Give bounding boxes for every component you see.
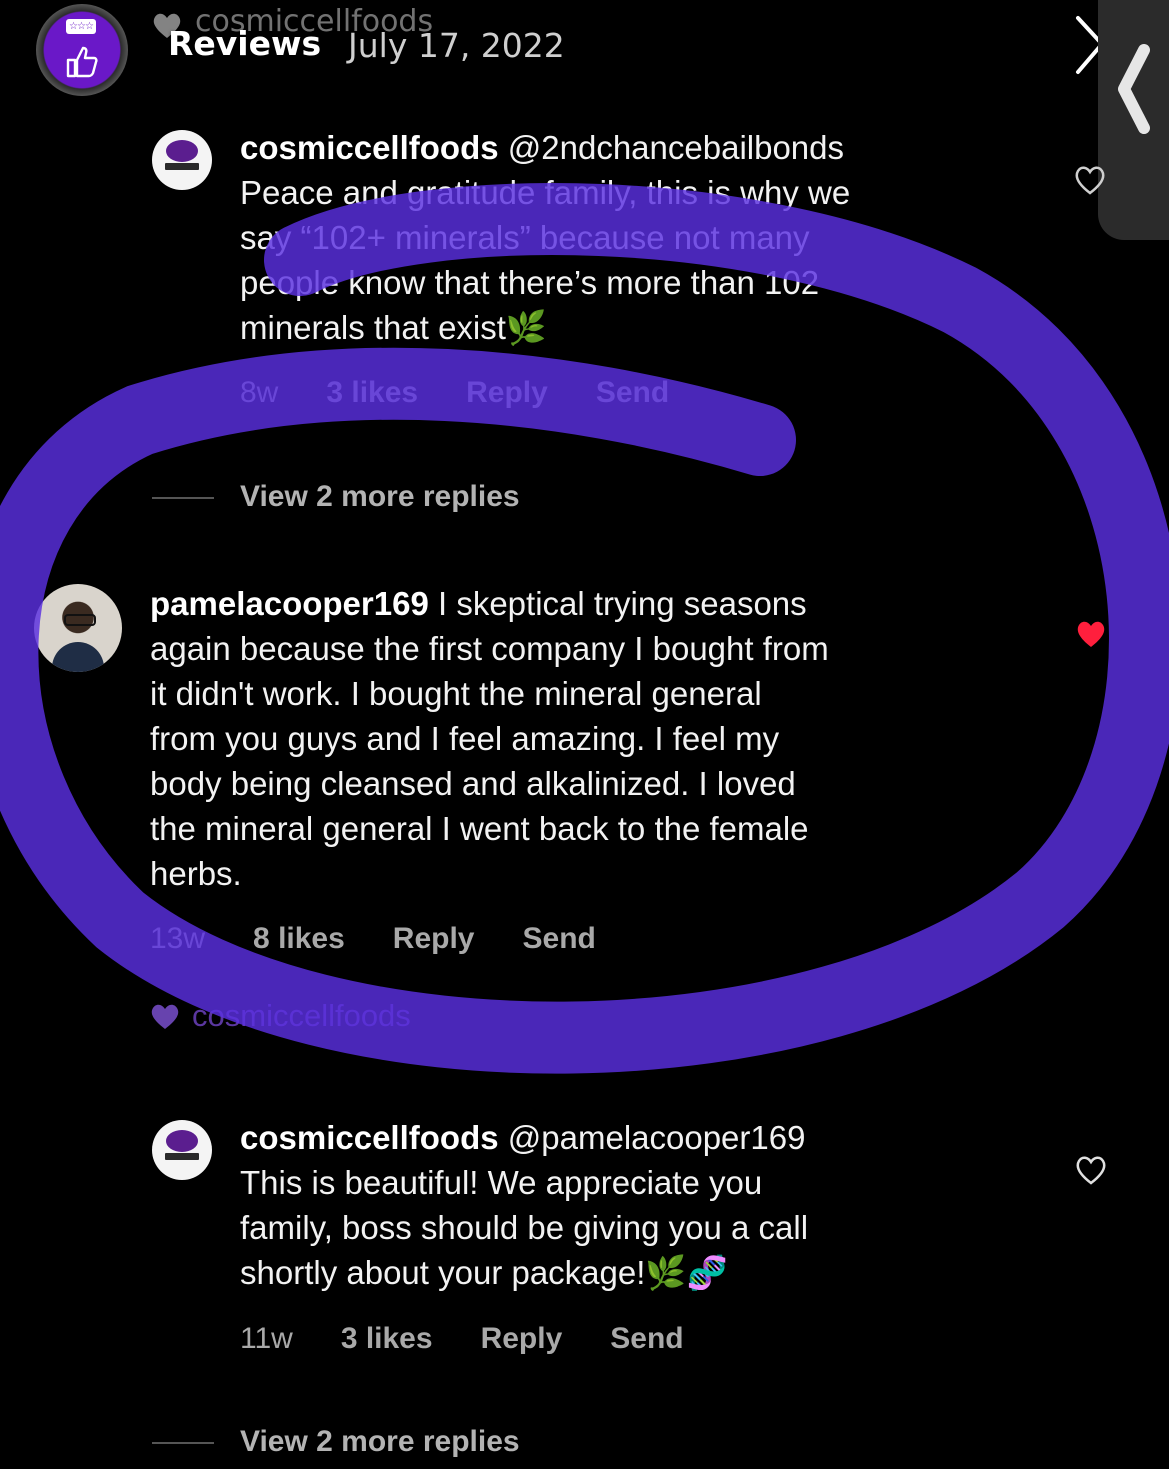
comment-username[interactable]: cosmiccellfoods: [240, 129, 499, 166]
view-more-replies[interactable]: View 2 more replies: [240, 1425, 520, 1459]
story-title: Reviews: [168, 24, 322, 63]
comment-username[interactable]: pamelacooper169: [150, 585, 429, 622]
send-button[interactable]: Send: [523, 922, 596, 956]
brand-logo: [166, 1130, 198, 1152]
reply-button[interactable]: Reply: [393, 922, 475, 956]
likes-count[interactable]: 3 likes: [326, 376, 418, 410]
review-stars-badge: ☆☆☆: [66, 19, 96, 34]
heart-icon: [151, 1004, 179, 1029]
avatar[interactable]: [152, 130, 212, 190]
send-button[interactable]: Send: [596, 376, 669, 410]
liked-by-author: cosmiccellfoods: [148, 998, 411, 1034]
avatar[interactable]: [152, 1120, 212, 1180]
comment-age: 11w: [240, 1322, 293, 1355]
comment-username[interactable]: cosmiccellfoods: [240, 1119, 499, 1156]
comment-mention[interactable]: @2ndchancebailbonds: [508, 129, 844, 166]
reply-button[interactable]: Reply: [466, 376, 548, 410]
chevron-left-icon: [1118, 44, 1150, 134]
story-date: July 17, 2022: [348, 26, 565, 65]
divider: [152, 1442, 214, 1444]
heart-icon[interactable]: [1072, 162, 1108, 196]
comment-text: pamelacooper169 I skeptical trying seaso…: [150, 585, 829, 892]
divider: [152, 497, 214, 499]
thumbs-up-icon: [66, 46, 98, 78]
likes-count[interactable]: 8 likes: [253, 922, 345, 956]
comment-actions: 11w 3 likes Reply Send: [240, 1322, 684, 1356]
comment-text: cosmiccellfoods @pamelacooper169 This is…: [240, 1119, 809, 1291]
comment-actions: 8w 3 likes Reply Send: [240, 376, 669, 410]
brand-logo: [166, 140, 198, 162]
comment-age: 8w: [240, 376, 279, 409]
liked-heart-icon[interactable]: [1073, 616, 1109, 650]
likes-count[interactable]: 3 likes: [341, 1322, 433, 1356]
avatar[interactable]: [34, 584, 122, 672]
comment-mention[interactable]: @pamelacooper169: [508, 1119, 806, 1156]
reply-button[interactable]: Reply: [481, 1322, 563, 1356]
comment-actions: 13w 8 likes Reply Send: [150, 922, 596, 956]
view-more-replies[interactable]: View 2 more replies: [240, 480, 520, 514]
story-avatar[interactable]: ☆☆☆: [36, 4, 128, 96]
comment-text: cosmiccellfoods @2ndchancebailbonds Peac…: [240, 129, 851, 346]
heart-icon[interactable]: [1073, 1152, 1109, 1186]
send-button[interactable]: Send: [610, 1322, 683, 1356]
comment-age: 13w: [150, 922, 206, 955]
side-panel-tab[interactable]: [1098, 0, 1169, 240]
